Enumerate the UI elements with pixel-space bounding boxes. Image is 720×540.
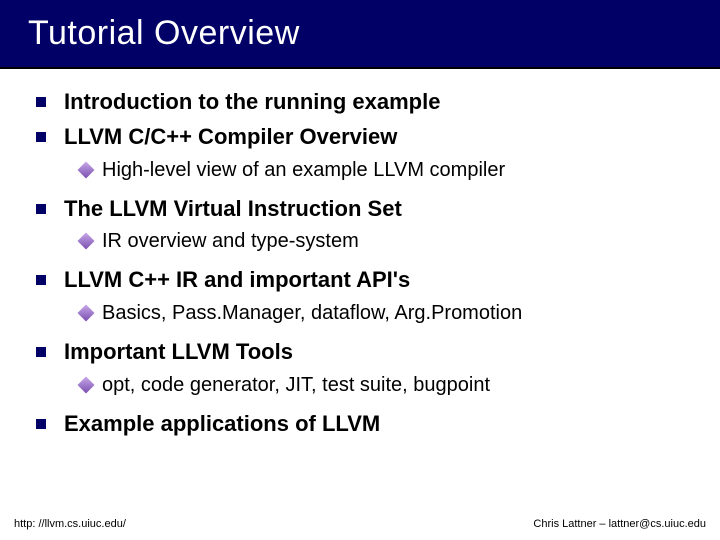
sub-list-item: Basics, Pass.Manager, dataflow, Arg.Prom… [80,300,684,327]
list-item-label: LLVM C++ IR and important API's [64,265,410,296]
list-item: Important LLVM Tools [36,337,684,368]
list-item-label: The LLVM Virtual Instruction Set [64,194,402,225]
diamond-bullet-icon [80,379,92,391]
footer-author: Chris Lattner – lattner@cs.uiuc.edu [533,518,706,530]
diamond-bullet-icon [80,307,92,319]
sub-list-item-label: opt, code generator, JIT, test suite, bu… [102,372,490,399]
square-bullet-icon [36,275,46,285]
footer-url: http: //llvm.cs.uiuc.edu/ [14,518,126,530]
diamond-bullet-icon [80,164,92,176]
sub-list-item-label: IR overview and type-system [102,228,359,255]
square-bullet-icon [36,419,46,429]
slide-content: Introduction to the running example LLVM… [0,69,720,440]
square-bullet-icon [36,132,46,142]
sub-list-item: opt, code generator, JIT, test suite, bu… [80,372,684,399]
sub-list-item-label: Basics, Pass.Manager, dataflow, Arg.Prom… [102,300,522,327]
list-item: The LLVM Virtual Instruction Set [36,194,684,225]
diamond-bullet-icon [80,235,92,247]
list-item: Example applications of LLVM [36,409,684,440]
square-bullet-icon [36,347,46,357]
list-item-label: Important LLVM Tools [64,337,293,368]
square-bullet-icon [36,97,46,107]
list-item: Introduction to the running example [36,87,684,118]
list-item-label: Example applications of LLVM [64,409,380,440]
sub-list-item: IR overview and type-system [80,228,684,255]
slide-title: Tutorial Overview [28,14,720,53]
list-item: LLVM C/C++ Compiler Overview [36,122,684,153]
list-item: LLVM C++ IR and important API's [36,265,684,296]
list-item-label: Introduction to the running example [64,87,440,118]
list-item-label: LLVM C/C++ Compiler Overview [64,122,397,153]
slide-footer: http: //llvm.cs.uiuc.edu/ Chris Lattner … [0,518,720,530]
title-band: Tutorial Overview [0,0,720,69]
sub-list-item-label: High-level view of an example LLVM compi… [102,157,505,184]
square-bullet-icon [36,204,46,214]
sub-list-item: High-level view of an example LLVM compi… [80,157,684,184]
